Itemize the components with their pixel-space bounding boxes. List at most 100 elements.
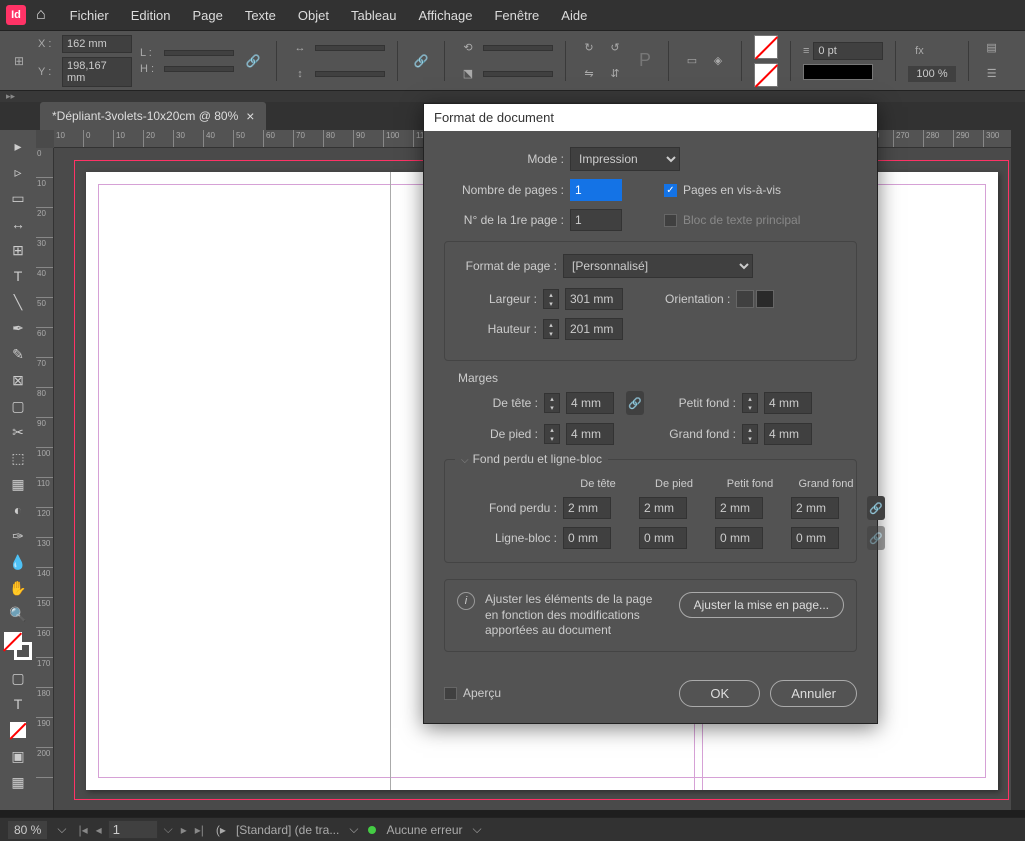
scale-x[interactable] bbox=[315, 45, 385, 51]
mode-select[interactable]: Impression bbox=[570, 147, 680, 171]
firstpage-input[interactable] bbox=[570, 209, 622, 231]
margin-inside-input[interactable] bbox=[764, 392, 812, 414]
margin-outside-input[interactable] bbox=[764, 423, 812, 445]
rotate-ccw-icon[interactable]: ↺ bbox=[604, 37, 626, 59]
margin-top-input[interactable] bbox=[566, 392, 614, 414]
p-icon[interactable]: P bbox=[634, 50, 656, 72]
gradient-feather-tool[interactable]: ◐ bbox=[4, 498, 32, 522]
stroke-swatch[interactable] bbox=[754, 63, 778, 87]
select-content-icon[interactable]: ◈ bbox=[707, 50, 729, 72]
preview-checkbox[interactable]: Aperçu bbox=[444, 686, 501, 700]
pencil-tool[interactable]: ✎ bbox=[4, 342, 32, 366]
page-tool[interactable]: ▭ bbox=[4, 186, 32, 210]
pen-tool[interactable]: ✒ bbox=[4, 316, 32, 340]
stroke-weight[interactable]: 0 pt bbox=[813, 42, 883, 60]
open-bracket-icon[interactable]: (▸ bbox=[216, 823, 226, 837]
orientation-portrait-button[interactable] bbox=[736, 290, 754, 308]
menu-fichier[interactable]: Fichier bbox=[60, 2, 119, 29]
ok-button[interactable]: OK bbox=[679, 680, 760, 707]
shear-icon[interactable]: ⬔ bbox=[457, 63, 479, 85]
scale-y[interactable] bbox=[315, 71, 385, 77]
cancel-button[interactable]: Annuler bbox=[770, 680, 857, 707]
facing-pages-checkbox[interactable]: ✓ Pages en vis-à-vis bbox=[664, 183, 781, 197]
formatting-container-icon[interactable]: ▢ bbox=[4, 666, 32, 690]
tab-close-icon[interactable]: × bbox=[246, 108, 254, 124]
bleed-outside-input[interactable] bbox=[791, 497, 839, 519]
margin-outside-spinner[interactable]: ▴▾ bbox=[742, 424, 758, 444]
pageformat-select[interactable]: [Personnalisé] bbox=[563, 254, 753, 278]
ruler-vertical[interactable]: 0102030405060708090100110120130140150160… bbox=[36, 148, 54, 810]
h-value[interactable] bbox=[164, 66, 234, 72]
y-value[interactable]: 198,167 mm bbox=[62, 57, 132, 87]
menu-affichage[interactable]: Affichage bbox=[409, 2, 483, 29]
gradient-swatch-tool[interactable]: ▦ bbox=[4, 472, 32, 496]
eyedropper-tool[interactable]: 💧 bbox=[4, 550, 32, 574]
margin-bottom-spinner[interactable]: ▴▾ bbox=[544, 424, 560, 444]
scale-y-icon[interactable]: ↕ bbox=[289, 63, 311, 85]
right-panel-strip[interactable] bbox=[1011, 130, 1025, 810]
primary-text-frame-checkbox[interactable]: Bloc de texte principal bbox=[664, 213, 800, 227]
direct-selection-tool[interactable]: ▹ bbox=[4, 160, 32, 184]
apply-none-icon[interactable] bbox=[4, 718, 32, 742]
prev-page-icon[interactable]: ◂ bbox=[94, 823, 104, 837]
opacity-value[interactable]: 100 % bbox=[908, 66, 955, 82]
flip-v-icon[interactable]: ⇵ bbox=[604, 63, 626, 85]
next-page-icon[interactable]: ▸ bbox=[179, 823, 189, 837]
content-collector-tool[interactable]: ⊞ bbox=[4, 238, 32, 262]
layer-dropdown-icon[interactable]: ⌵ bbox=[349, 822, 358, 837]
height-spinner[interactable]: ▴▾ bbox=[543, 319, 559, 339]
preflight-status[interactable]: Aucune erreur bbox=[386, 823, 462, 837]
width-spinner[interactable]: ▴▾ bbox=[543, 289, 559, 309]
stroke-style[interactable] bbox=[803, 64, 873, 80]
selection-tool[interactable]: ▸ bbox=[4, 134, 32, 158]
rectangle-frame-tool[interactable]: ⊠ bbox=[4, 368, 32, 392]
pages-input[interactable] bbox=[570, 179, 622, 201]
bleed-link-icon[interactable]: 🔗 bbox=[867, 496, 885, 520]
textwrap-icon[interactable]: ▤ bbox=[981, 37, 1003, 59]
panel-collapse-bar[interactable]: ▸▸ bbox=[0, 90, 1025, 102]
rotate-icon[interactable]: ⟲ bbox=[457, 37, 479, 59]
orientation-landscape-button[interactable] bbox=[756, 290, 774, 308]
slug-top-input[interactable] bbox=[563, 527, 611, 549]
menu-objet[interactable]: Objet bbox=[288, 2, 339, 29]
zoom-dropdown-icon[interactable]: ⌵ bbox=[57, 822, 66, 837]
reference-point-icon[interactable]: ⊞ bbox=[8, 50, 30, 72]
bleed-top-input[interactable] bbox=[563, 497, 611, 519]
gap-tool[interactable]: ↔ bbox=[4, 212, 32, 236]
bleed-section-label[interactable]: ⌵Fond perdu et ligne-bloc bbox=[455, 452, 608, 466]
x-value[interactable]: 162 mm bbox=[62, 35, 132, 53]
link-wh-icon[interactable]: 🔗 bbox=[242, 50, 264, 72]
slug-bottom-input[interactable] bbox=[639, 527, 687, 549]
zoom-tool[interactable]: 🔍 bbox=[4, 602, 32, 626]
l-value[interactable] bbox=[164, 50, 234, 56]
last-page-icon[interactable]: ▸| bbox=[193, 823, 206, 837]
line-tool[interactable]: ╲ bbox=[4, 290, 32, 314]
margin-bottom-input[interactable] bbox=[566, 423, 614, 445]
menu-edition[interactable]: Edition bbox=[121, 2, 181, 29]
margin-top-spinner[interactable]: ▴▾ bbox=[544, 393, 560, 413]
first-page-icon[interactable]: |◂ bbox=[76, 823, 89, 837]
slug-inside-input[interactable] bbox=[715, 527, 763, 549]
select-container-icon[interactable]: ▭ bbox=[681, 50, 703, 72]
slug-outside-input[interactable] bbox=[791, 527, 839, 549]
view-mode-normal-icon[interactable]: ▣ bbox=[4, 744, 32, 768]
rectangle-tool[interactable]: ▢ bbox=[4, 394, 32, 418]
align-icon[interactable]: ☰ bbox=[981, 63, 1003, 85]
scissors-tool[interactable]: ✂ bbox=[4, 420, 32, 444]
page-dropdown-icon[interactable]: ⌵ bbox=[162, 822, 175, 837]
fx-icon[interactable]: fx bbox=[908, 40, 930, 62]
note-tool[interactable]: ✑ bbox=[4, 524, 32, 548]
fill-stroke-swatch[interactable] bbox=[4, 632, 32, 660]
menu-page[interactable]: Page bbox=[182, 2, 232, 29]
view-mode-preview-icon[interactable]: ▦ bbox=[4, 770, 32, 794]
height-input[interactable] bbox=[565, 318, 623, 340]
hand-tool[interactable]: ✋ bbox=[4, 576, 32, 600]
layer-indicator[interactable]: [Standard] (de tra... bbox=[236, 823, 339, 837]
zoom-select[interactable]: 80 % bbox=[8, 821, 47, 839]
formatting-text-icon[interactable]: T bbox=[4, 692, 32, 716]
preflight-dropdown-icon[interactable]: ⌵ bbox=[473, 822, 482, 837]
width-input[interactable] bbox=[565, 288, 623, 310]
bleed-bottom-input[interactable] bbox=[639, 497, 687, 519]
type-tool[interactable]: T bbox=[4, 264, 32, 288]
menu-fenetre[interactable]: Fenêtre bbox=[484, 2, 549, 29]
